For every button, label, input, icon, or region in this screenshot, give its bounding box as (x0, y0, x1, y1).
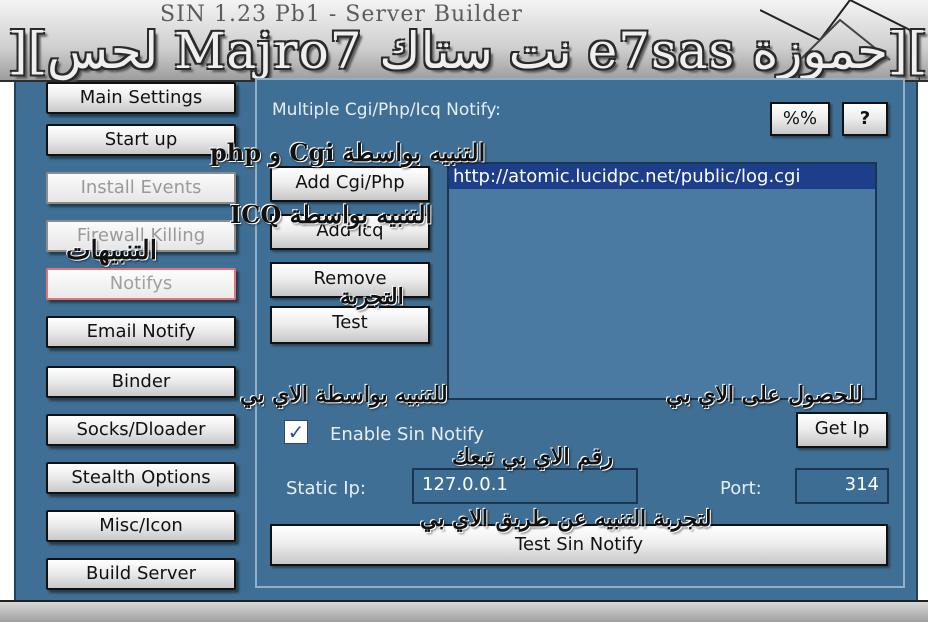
sidebar-item-start-up[interactable]: Start up (46, 124, 236, 156)
bottom-border (0, 600, 928, 622)
title-bar: SIN 1.23 Pb1 - Server Builder ][لحس Majr… (0, 0, 928, 82)
annotation-icq: التنبيه بواسطة ICQ (230, 200, 433, 229)
static-ip-label: Static Ip: (286, 478, 366, 499)
port-label: Port: (720, 478, 762, 499)
annotation-get-ip: للحصول على الاي بي (666, 382, 863, 408)
banner-text: ][لحس Majro7 نت ستاك e7sas حموزة][ (8, 22, 928, 80)
annotation-cgi-php: التنبيه بواسطة Cgi و php (210, 138, 486, 167)
sidebar-item-binder[interactable]: Binder (46, 366, 236, 398)
sidebar-item-stealth-options[interactable]: Stealth Options (46, 462, 236, 494)
sidebar-item-build-server[interactable]: Build Server (46, 558, 236, 590)
enable-sin-checkbox[interactable]: ✓ (284, 420, 308, 444)
variables-button[interactable]: %% (770, 102, 830, 136)
static-ip-field[interactable]: 127.0.0.1 (412, 468, 638, 504)
annotation-notifications: التنبيهات (66, 236, 157, 266)
annotation-test-ip: لتجربة التنبيه عن طريق الاي بي (420, 506, 712, 532)
sidebar-item-misc-icon[interactable]: Misc/Icon (46, 510, 236, 542)
sidebar-item-email-notify[interactable]: Email Notify (46, 316, 236, 348)
annotation-experiment: التجربة (340, 284, 404, 310)
app-window: SIN 1.23 Pb1 - Server Builder ][لحس Majr… (0, 0, 928, 622)
port-field[interactable]: 314 (795, 468, 889, 504)
help-button[interactable]: ? (842, 102, 888, 136)
sidebar-item-socks-dloader[interactable]: Socks/Dloader (46, 414, 236, 446)
sidebar-item-main-settings[interactable]: Main Settings (46, 82, 236, 114)
get-ip-button[interactable]: Get Ip (796, 412, 888, 448)
list-item[interactable]: http://atomic.lucidpc.net/public/log.cgi (449, 164, 875, 189)
sidebar-item-install-events[interactable]: Install Events (46, 172, 236, 204)
enable-sin-label: Enable Sin Notify (330, 424, 484, 445)
annotation-ip-notify: للتنبيه بواسطة الاي بي (240, 382, 448, 408)
test-button[interactable]: Test (270, 306, 430, 344)
section-label: Multiple Cgi/Php/Icq Notify: (272, 100, 501, 120)
notify-url-list[interactable]: http://atomic.lucidpc.net/public/log.cgi (447, 162, 877, 400)
annotation-ip-number: رقم الاي بي تبعك (452, 444, 614, 470)
add-cgi-php-button[interactable]: Add Cgi/Php (270, 166, 430, 202)
sidebar-item-notifys[interactable]: Notifys (46, 268, 236, 300)
